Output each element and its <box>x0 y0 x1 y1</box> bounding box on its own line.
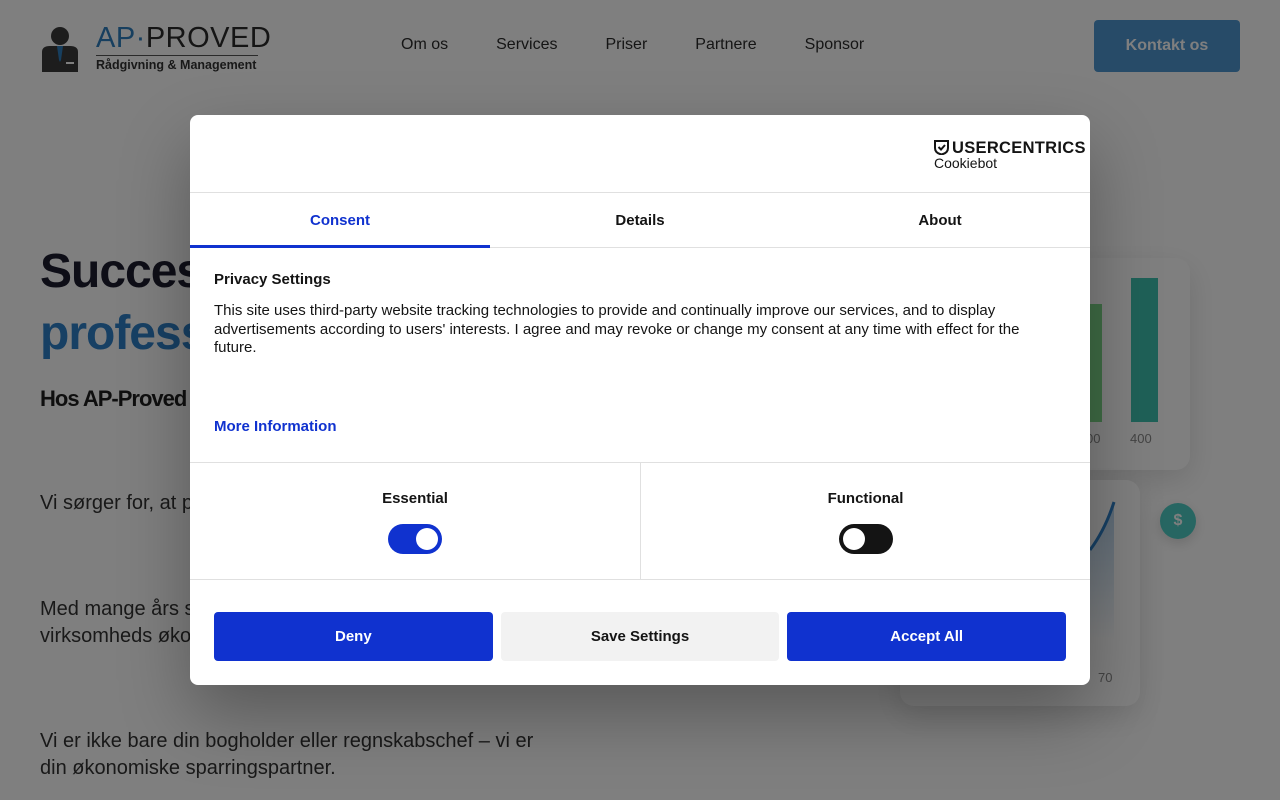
toggle-cell-essential: Essential <box>190 463 640 579</box>
save-settings-button[interactable]: Save Settings <box>500 612 780 661</box>
dialog-buttons: Deny Save Settings Accept All <box>214 612 1067 661</box>
toggle-knob <box>416 528 438 550</box>
dialog-tabs: Consent Details About <box>190 193 1090 248</box>
privacy-settings-text: This site uses third-party website track… <box>214 302 1020 356</box>
cookie-consent-dialog: USERCENTRICS Cookiebot Consent Details A… <box>190 115 1090 685</box>
deny-button[interactable]: Deny <box>214 612 493 661</box>
usercentrics-logo: USERCENTRICS Cookiebot <box>934 138 1085 172</box>
more-information-link[interactable]: More Information <box>214 418 337 435</box>
tab-details[interactable]: Details <box>490 193 790 247</box>
cookiebot-name: Cookiebot <box>934 155 998 171</box>
tab-consent[interactable]: Consent <box>190 193 490 248</box>
consent-body: Privacy Settings This site uses third-pa… <box>214 271 1064 358</box>
privacy-settings-title: Privacy Settings <box>214 271 331 288</box>
toggle-cell-functional: Functional <box>640 463 1090 579</box>
shield-check-icon <box>934 140 949 155</box>
dialog-header: USERCENTRICS Cookiebot <box>190 115 1090 193</box>
tab-about[interactable]: About <box>790 193 1090 247</box>
accept-all-button[interactable]: Accept All <box>787 612 1067 661</box>
toggle-knob <box>843 528 865 550</box>
essential-toggle[interactable] <box>388 524 442 554</box>
functional-label: Functional <box>827 490 904 507</box>
consent-toggles: Essential Functional <box>190 462 1090 580</box>
functional-toggle[interactable] <box>839 524 893 554</box>
essential-label: Essential <box>382 490 448 507</box>
